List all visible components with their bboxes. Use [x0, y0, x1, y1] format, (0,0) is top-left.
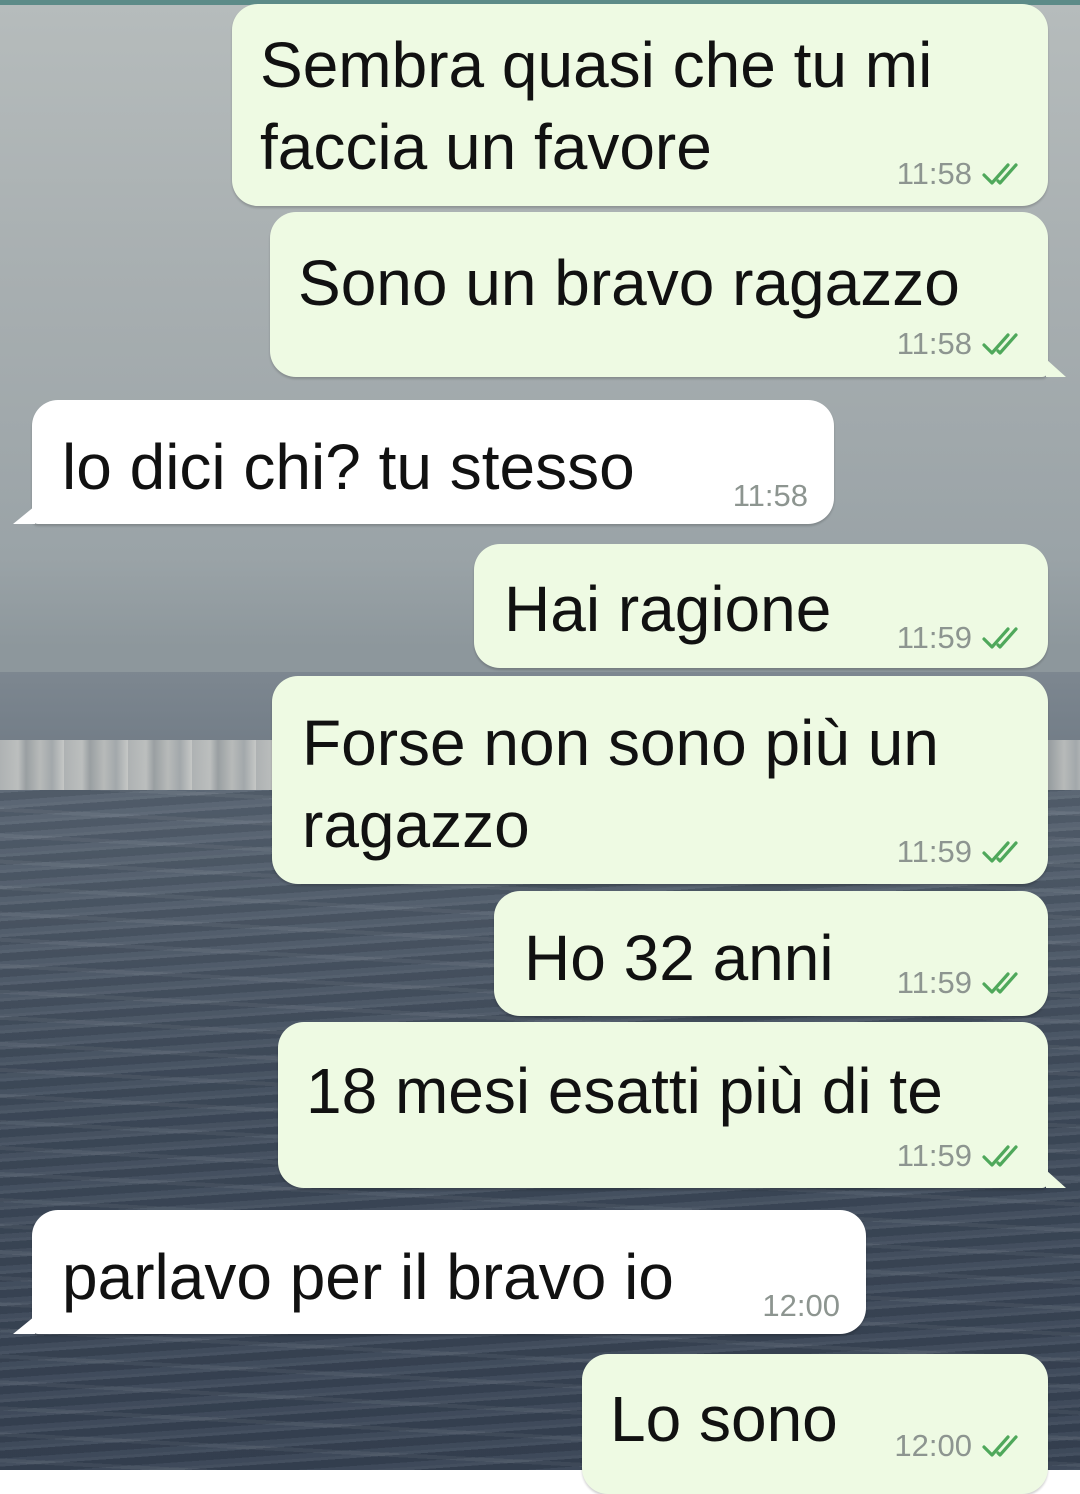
message-bubble-outgoing[interactable]: Ho 32 anni 11:59 — [494, 891, 1048, 1016]
message-time: 11:58 — [896, 156, 972, 191]
message-bubble-outgoing[interactable]: Forse non sono più un ragazzo 11:59 — [272, 676, 1048, 884]
message-bubble-outgoing[interactable]: Sono un bravo ragazzo 11:58 — [270, 212, 1048, 377]
message-bubble-outgoing[interactable]: Lo sono 12:00 — [582, 1354, 1048, 1494]
message-bubble-outgoing[interactable]: 18 mesi esatti più di te 11:59 — [278, 1022, 1048, 1188]
message-time: 11:59 — [896, 620, 972, 655]
message-meta: 12:00 — [762, 1288, 840, 1324]
message-meta: 11:59 — [897, 620, 1028, 656]
bubble-tail — [13, 506, 35, 524]
message-time: 11:58 — [896, 326, 972, 361]
message-time: 12:00 — [894, 1428, 972, 1463]
double-check-icon — [982, 161, 1028, 187]
message-bubble-incoming[interactable]: lo dici chi? tu stesso 11:58 — [32, 400, 834, 524]
message-bubble-outgoing[interactable]: Sembra quasi che tu mi faccia un favore … — [232, 4, 1048, 206]
message-meta: 11:59 — [897, 834, 1028, 870]
message-time: 12:00 — [762, 1288, 840, 1323]
bubble-tail — [1046, 1170, 1066, 1188]
message-bubble-incoming[interactable]: parlavo per il bravo io 12:00 — [32, 1210, 866, 1334]
double-check-icon — [982, 331, 1028, 357]
message-bubble-outgoing[interactable]: Hai ragione 11:59 — [474, 544, 1048, 668]
message-meta: 11:58 — [897, 156, 1028, 192]
message-text: Hai ragione — [504, 573, 832, 645]
message-text: Forse non sono più un ragazzo — [302, 707, 939, 861]
message-meta: 11:59 — [897, 965, 1028, 1001]
message-time: 11:59 — [896, 965, 972, 1000]
message-time: 11:59 — [896, 1138, 972, 1173]
message-meta: 11:58 — [897, 326, 1028, 362]
double-check-icon — [982, 839, 1028, 865]
message-text: Sono un bravo ragazzo — [298, 247, 960, 319]
message-text: Lo sono — [610, 1383, 838, 1455]
message-meta: 12:00 — [894, 1428, 1028, 1464]
double-check-icon — [982, 970, 1028, 996]
message-meta: 11:58 — [733, 478, 808, 514]
message-time: 11:58 — [732, 478, 808, 513]
double-check-icon — [982, 1433, 1028, 1459]
message-meta: 11:59 — [897, 1138, 1028, 1174]
bubble-tail — [13, 1316, 35, 1334]
message-text: 18 mesi esatti più di te — [306, 1055, 943, 1127]
message-time: 11:59 — [896, 834, 972, 869]
message-text: lo dici chi? tu stesso — [62, 431, 635, 503]
double-check-icon — [982, 625, 1028, 651]
bubble-tail — [1046, 359, 1066, 377]
message-text: parlavo per il bravo io — [62, 1241, 674, 1313]
double-check-icon — [982, 1143, 1028, 1169]
message-text: Sembra quasi che tu mi faccia un favore — [260, 29, 933, 183]
message-text: Ho 32 anni — [524, 922, 834, 994]
